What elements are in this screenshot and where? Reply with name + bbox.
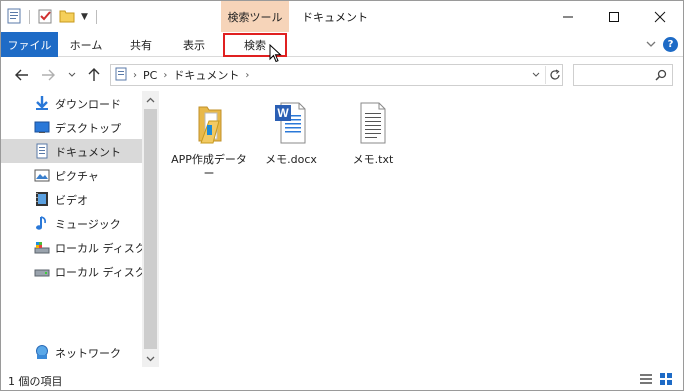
scroll-thumb[interactable] xyxy=(144,109,157,349)
disk-d-icon xyxy=(34,263,50,279)
title-bar: ▼ 検索ツール ドキュメント xyxy=(1,1,683,32)
nav-item-label: ローカル ディスク (D xyxy=(55,266,143,279)
quick-access-toolbar: ▼ xyxy=(7,7,99,27)
pictures-icon xyxy=(34,167,50,183)
forward-button[interactable] xyxy=(39,66,57,84)
breadcrumb-separator: › xyxy=(133,69,137,81)
minimize-icon xyxy=(563,16,573,17)
disk-c-icon xyxy=(34,239,50,255)
refresh-icon xyxy=(549,69,560,80)
nav-item-downloads[interactable]: ダウンロード xyxy=(1,91,142,115)
explorer-window: ▼ 検索ツール ドキュメント ファイル ホーム 共有 表示 検索 ? › PC … xyxy=(0,0,684,391)
help-icon[interactable]: ? xyxy=(663,37,678,52)
chevron-down-icon xyxy=(146,356,155,361)
close-button[interactable] xyxy=(637,1,683,32)
qat-customize-icon[interactable]: ▼ xyxy=(81,12,88,22)
maximize-button[interactable] xyxy=(591,1,637,32)
address-bar[interactable]: › PC › ドキュメント › xyxy=(110,64,563,86)
tab-view[interactable]: 表示 xyxy=(168,32,220,57)
nav-item-desktop[interactable]: デスクトップ xyxy=(1,115,142,139)
video-icon xyxy=(34,191,50,207)
up-arrow-icon xyxy=(88,68,100,81)
tab-share[interactable]: 共有 xyxy=(114,32,168,57)
expand-ribbon-button[interactable] xyxy=(643,36,659,52)
tab-file[interactable]: ファイル xyxy=(1,32,58,57)
address-history-button[interactable] xyxy=(529,68,543,82)
file-label: メモ.txt xyxy=(352,153,394,166)
qat-separator xyxy=(95,10,97,24)
nav-item-documents[interactable]: ドキュメント xyxy=(1,139,142,163)
nav-item-label: ミュージック xyxy=(55,218,121,231)
tab-home[interactable]: ホーム xyxy=(58,32,114,57)
nav-item-label: ドキュメント xyxy=(55,146,121,159)
breadcrumb-pc[interactable]: PC xyxy=(143,69,157,82)
mouse-cursor-icon xyxy=(269,43,283,64)
ribbon-tabs: ファイル ホーム 共有 表示 検索 ? xyxy=(1,32,683,57)
nav-item-label: ダウンロード xyxy=(55,98,121,111)
nav-item-label: デスクトップ xyxy=(55,122,121,135)
qat-separator xyxy=(29,10,30,24)
nav-item-pictures[interactable]: ピクチャ xyxy=(1,163,142,187)
network-icon xyxy=(34,344,50,360)
nav-item-network[interactable]: ネットワーク xyxy=(1,340,142,364)
nav-item-label: ローカル ディスク (C xyxy=(55,242,143,255)
close-icon xyxy=(654,11,666,22)
nav-item-music[interactable]: ミュージック xyxy=(1,211,142,235)
chevron-down-icon xyxy=(532,72,540,77)
document-location-icon xyxy=(115,67,127,84)
details-view-button[interactable] xyxy=(639,372,653,386)
checklist-icon[interactable] xyxy=(38,8,53,27)
document-icon xyxy=(34,143,50,159)
search-input[interactable] xyxy=(573,64,673,86)
file-label: APP作成データー xyxy=(171,153,247,180)
properties-icon[interactable] xyxy=(7,8,21,27)
up-button[interactable] xyxy=(85,66,103,84)
folder-icon xyxy=(189,99,229,147)
recent-locations-button[interactable] xyxy=(63,66,81,84)
back-arrow-icon xyxy=(15,69,28,81)
nav-item-local-disk-c[interactable]: ローカル ディスク (C xyxy=(1,235,143,259)
item-count: 1 個の項目 xyxy=(8,375,63,388)
file-item-memo-txt[interactable]: メモ.txt xyxy=(333,97,413,187)
text-file-icon xyxy=(353,99,393,147)
nav-item-videos[interactable]: ビデオ xyxy=(1,187,142,211)
back-button[interactable] xyxy=(13,66,31,84)
chevron-down-icon xyxy=(68,72,76,77)
status-bar: 1 個の項目 xyxy=(1,367,683,390)
file-item-folder[interactable]: APP作成データー xyxy=(169,97,249,187)
nav-scrollbar[interactable] xyxy=(142,91,159,367)
scroll-up-button[interactable] xyxy=(142,91,159,108)
file-item-memo-docx[interactable]: W メモ.docx xyxy=(251,97,331,187)
details-view-icon xyxy=(640,374,652,384)
large-icons-view-icon xyxy=(660,373,672,385)
nav-item-label: ピクチャ xyxy=(55,170,99,183)
desktop-icon xyxy=(34,119,50,135)
new-folder-icon[interactable] xyxy=(59,8,75,27)
breadcrumb-separator: › xyxy=(163,69,168,81)
address-row: › PC › ドキュメント › xyxy=(1,58,683,91)
chevron-up-icon xyxy=(146,97,155,102)
download-icon xyxy=(34,95,50,111)
forward-arrow-icon xyxy=(42,69,55,81)
word-doc-icon: W xyxy=(271,99,311,147)
nav-item-label: ネットワーク xyxy=(55,347,121,360)
search-tools-context-label: 検索ツール xyxy=(221,1,289,32)
file-label: メモ.docx xyxy=(265,153,317,166)
navigation-pane: ダウンロード デスクトップ ドキュメント ピクチャ ビデオ ミュージック ローカ… xyxy=(1,91,159,367)
minimize-button[interactable] xyxy=(545,1,591,32)
nav-item-local-disk-d[interactable]: ローカル ディスク (D xyxy=(1,259,143,283)
window-title: ドキュメント xyxy=(302,11,368,24)
large-icons-view-button[interactable] xyxy=(659,372,673,386)
breadcrumb-documents[interactable]: ドキュメント xyxy=(173,67,239,83)
maximize-icon xyxy=(609,11,619,22)
scroll-down-button[interactable] xyxy=(142,350,159,367)
music-icon xyxy=(34,215,50,231)
svg-text:W: W xyxy=(277,106,289,120)
search-icon xyxy=(655,69,667,84)
refresh-button[interactable] xyxy=(545,66,563,84)
chevron-down-icon xyxy=(646,41,656,47)
file-list[interactable]: APP作成データー W メモ.docx メモ.txt xyxy=(161,91,683,367)
breadcrumb-separator: › xyxy=(245,69,250,81)
nav-item-label: ビデオ xyxy=(55,194,88,207)
